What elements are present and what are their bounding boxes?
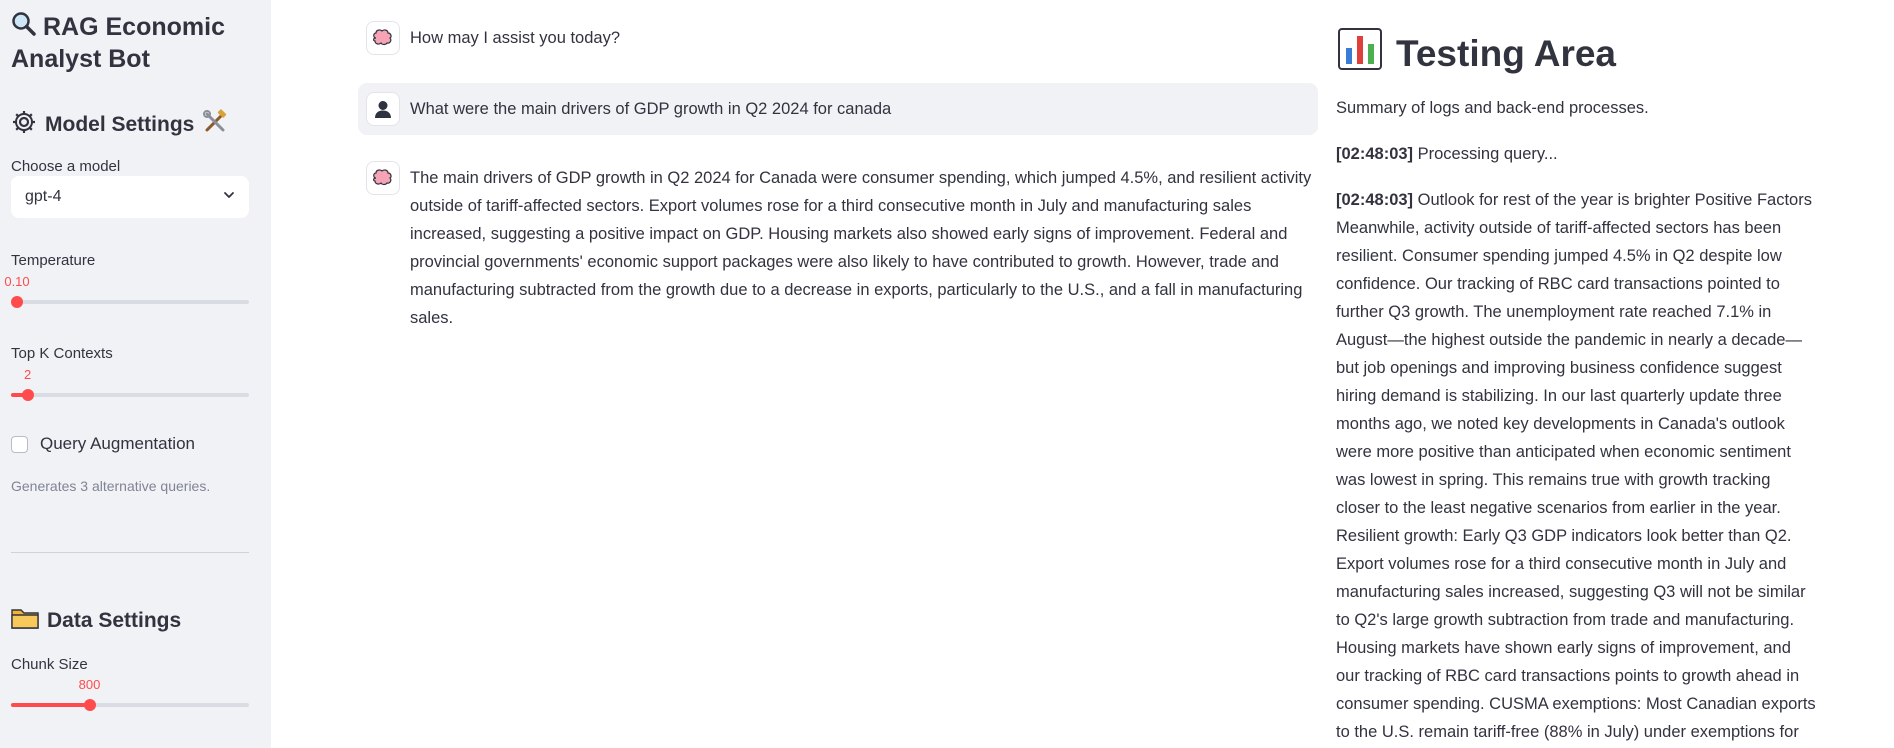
chat-message-text: How may I assist you today?	[410, 29, 621, 47]
chat-message-text: What were the main drivers of GDP growth…	[410, 100, 892, 118]
model-settings-heading: Model Settings	[11, 109, 228, 141]
temperature-label: Temperature	[11, 252, 96, 269]
chat-message-assistant: The main drivers of GDP growth in Q2 202…	[366, 161, 1318, 332]
temperature-thumb[interactable]	[11, 296, 23, 308]
chunk-size-fill	[11, 703, 90, 707]
topk-label: Top K Contexts	[11, 345, 113, 362]
sidebar: RAG Economic Analyst Bot Model Settings …	[0, 0, 271, 748]
temperature-value: 0.10	[4, 274, 30, 289]
chat-message-user: What were the main drivers of GDP growth…	[358, 83, 1318, 135]
topk-slider[interactable]: 2	[11, 367, 249, 407]
gear-icon	[11, 109, 37, 141]
query-augmentation-label: Query Augmentation	[40, 434, 195, 453]
query-augmentation-row[interactable]: Query Augmentation	[11, 434, 195, 454]
app-title: RAG Economic Analyst Bot	[11, 11, 225, 75]
tools-icon	[202, 109, 228, 141]
temperature-track	[11, 300, 249, 304]
chat-message-assistant: How may I assist you today?	[366, 21, 620, 55]
chunk-size-thumb[interactable]	[83, 699, 96, 711]
data-settings-heading-text: Data Settings	[47, 609, 182, 632]
user-icon	[366, 92, 400, 126]
data-settings-heading: Data Settings	[11, 606, 181, 636]
app-title-text: RAG Economic Analyst Bot	[11, 11, 225, 75]
model-select-value: gpt-4	[25, 188, 62, 205]
log-message: Outlook for rest of the year is brighter…	[1336, 191, 1816, 741]
topk-track	[11, 393, 249, 397]
chat-message-text: The main drivers of GDP growth in Q2 202…	[410, 169, 1312, 327]
log-entry: [02:48:03] Processing query...	[1336, 140, 1816, 168]
brain-icon	[366, 21, 400, 55]
chevron-down-icon	[223, 188, 235, 206]
app-title-line2: Analyst Bot	[11, 45, 150, 73]
testing-title-text: Testing Area	[1396, 32, 1616, 74]
chunk-size-slider[interactable]: 800	[11, 677, 249, 717]
app-root: RAG Economic Analyst Bot Model Settings …	[0, 0, 1894, 748]
query-augmentation-checkbox[interactable]	[11, 435, 28, 453]
testing-summary: Summary of logs and back-end processes.	[1336, 99, 1649, 117]
bar-chart-icon	[1338, 28, 1382, 79]
chunk-size-value: 800	[78, 677, 101, 692]
log-entry: [02:48:03] Outlook for rest of the year …	[1336, 186, 1816, 746]
log-message: Processing query...	[1413, 145, 1558, 163]
folder-icon	[11, 606, 39, 636]
topk-thumb[interactable]	[21, 389, 34, 401]
temperature-slider[interactable]: 0.10	[4, 274, 249, 314]
testing-title: Testing Area	[1338, 28, 1616, 79]
model-settings-heading-text: Model Settings	[45, 113, 195, 136]
log-timestamp: [02:48:03]	[1336, 145, 1414, 163]
app-title-line1: RAG Economic	[43, 13, 225, 41]
choose-model-label: Choose a model	[11, 158, 121, 175]
log-timestamp: [02:48:03]	[1336, 191, 1414, 209]
topk-value: 2	[24, 367, 32, 382]
sidebar-divider	[11, 552, 249, 553]
model-select[interactable]: gpt-4	[11, 176, 249, 218]
query-augmentation-help: Generates 3 alternative queries.	[11, 478, 211, 494]
chunk-size-label: Chunk Size	[11, 656, 88, 673]
brain-icon	[366, 161, 400, 195]
